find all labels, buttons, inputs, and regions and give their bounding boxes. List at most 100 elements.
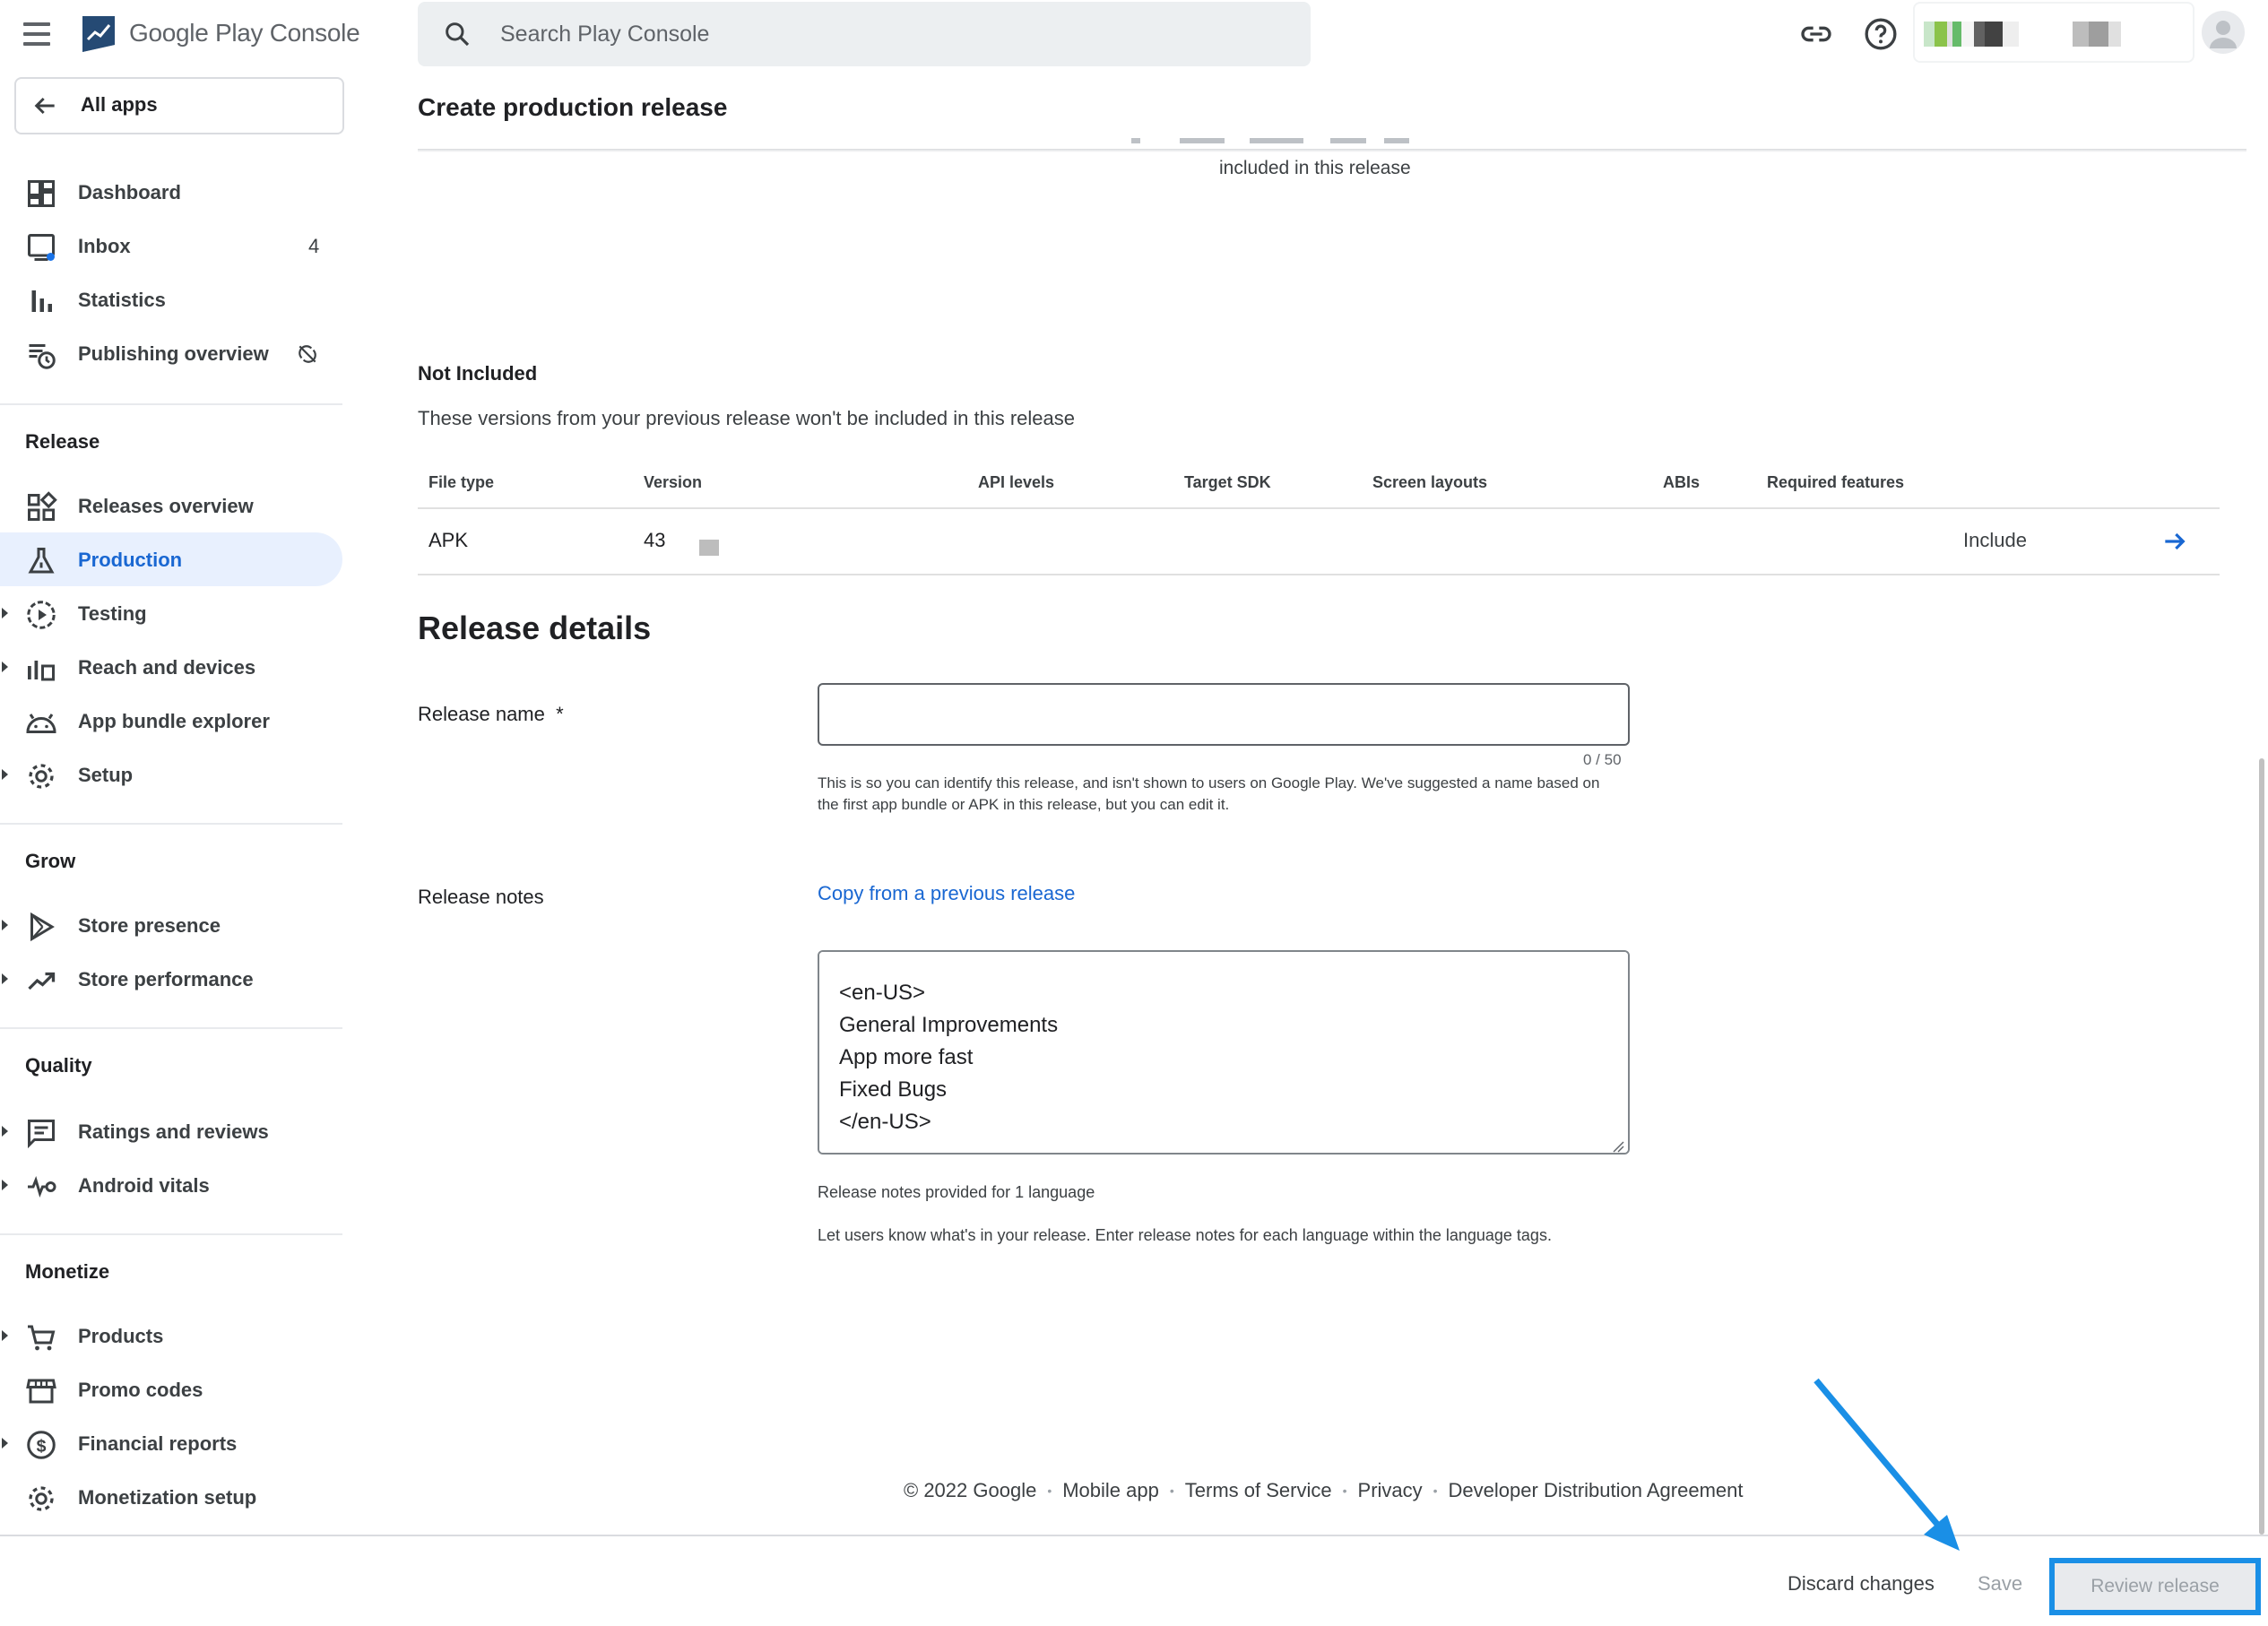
- sidebar-divider: [0, 403, 342, 405]
- sidebar-item-statistics[interactable]: Statistics: [0, 272, 342, 326]
- sidebar-item-label: Releases overview: [78, 495, 254, 517]
- footer-separator: •: [1169, 1483, 1174, 1498]
- sidebar-item-testing[interactable]: Testing: [0, 586, 342, 640]
- search-icon: [446, 22, 470, 47]
- notes-language-count: Release notes provided for 1 language: [818, 1183, 1095, 1201]
- sidebar-item-app-bundle-explorer[interactable]: App bundle explorer: [0, 694, 342, 748]
- devices-chart-icon: [28, 661, 55, 681]
- include-button[interactable]: Include: [1963, 529, 2027, 552]
- dollar-icon: $: [27, 1431, 56, 1459]
- version-cell: 43: [644, 529, 666, 551]
- sidebar-item-ratings-and-reviews[interactable]: Ratings and reviews: [0, 1104, 342, 1158]
- sidebar-item-label: Dashboard: [78, 181, 181, 203]
- sidebar-item-label: Promo codes: [78, 1379, 203, 1401]
- sidebar-item-releases-overview[interactable]: Releases overview: [0, 479, 342, 532]
- section-quality: Quality: [25, 1054, 92, 1077]
- android-icon: [26, 714, 56, 733]
- play-console-page: Google Play Console All apps Dashboard: [0, 0, 2268, 1626]
- expand-caret-icon: [2, 1438, 8, 1449]
- storefront-icon: [26, 1379, 56, 1404]
- file-type-cell: APK: [428, 529, 469, 551]
- sidebar-item-label: App bundle explorer: [78, 710, 270, 732]
- sidebar-item-store-presence[interactable]: Store presence: [0, 898, 342, 952]
- section-release: Release: [25, 430, 100, 453]
- char-count: 0 / 50: [1583, 751, 1622, 768]
- sidebar-item-production[interactable]: Production: [0, 532, 342, 586]
- help-icon[interactable]: [1863, 16, 1899, 52]
- footer-link-privacy[interactable]: Privacy: [1358, 1479, 1423, 1502]
- release-name-input[interactable]: [818, 683, 1630, 746]
- play-console-logo[interactable]: Google Play Console: [79, 13, 360, 54]
- search-input[interactable]: [500, 14, 1271, 54]
- svg-text:$: $: [37, 1437, 47, 1457]
- sidebar-item-android-vitals[interactable]: Android vitals: [0, 1158, 342, 1212]
- save-button[interactable]: Save: [1978, 1572, 2022, 1596]
- play-console-logo-icon: [82, 16, 115, 52]
- column-header: ABIs: [1663, 473, 1701, 491]
- sidebar-item-monetization-setup[interactable]: Monetization setup: [0, 1470, 342, 1524]
- sidebar-item-label: Ratings and reviews: [78, 1120, 269, 1143]
- sidebar-item-label: Publishing overview: [78, 342, 269, 365]
- releases-grid-icon: [28, 491, 57, 521]
- avatar[interactable]: [2202, 11, 2245, 54]
- redacted-block: [699, 540, 719, 556]
- sidebar-item-store-performance[interactable]: Store performance: [0, 952, 342, 1006]
- column-header: Version: [644, 473, 703, 491]
- not-included-title: Not Included: [418, 362, 538, 385]
- expand-caret-icon: [2, 920, 8, 930]
- column-header: File type: [428, 473, 495, 491]
- included-note: included in this release: [1219, 158, 1411, 178]
- sidebar-item-reach-and-devices[interactable]: Reach and devices: [0, 640, 342, 694]
- table-divider: [418, 574, 2220, 575]
- copy-from-previous-release-link[interactable]: Copy from a previous release: [818, 882, 1075, 905]
- expand-caret-icon: [2, 608, 8, 618]
- footer-link-terms[interactable]: Terms of Service: [1185, 1479, 1332, 1502]
- search-bar[interactable]: [418, 2, 1311, 66]
- footer-separator: •: [1047, 1483, 1052, 1498]
- header-divider: [418, 149, 2246, 152]
- table-divider: [418, 507, 2220, 509]
- footer-link-dda[interactable]: Developer Distribution Agreement: [1449, 1479, 1744, 1502]
- inbox-icon: [28, 234, 55, 261]
- expand-caret-icon: [2, 1126, 8, 1137]
- release-notes-textarea[interactable]: [818, 950, 1630, 1155]
- link-icon[interactable]: [1798, 16, 1834, 52]
- top-bar: Google Play Console: [0, 0, 2268, 68]
- publishing-history-icon: [29, 344, 56, 369]
- discard-changes-button[interactable]: Discard changes: [1788, 1572, 1935, 1596]
- sidebar-divider: [0, 823, 342, 825]
- sidebar-item-setup[interactable]: Setup: [0, 748, 342, 801]
- sidebar-item-inbox[interactable]: Inbox 4: [0, 219, 342, 272]
- arrow-forward-icon[interactable]: [2160, 527, 2189, 556]
- column-header: Required features: [1767, 473, 1905, 491]
- sidebar-item-label: Financial reports: [78, 1432, 238, 1455]
- resize-handle-icon[interactable]: [1610, 1138, 1624, 1153]
- review-release-button[interactable]: Review release: [2055, 1563, 2255, 1610]
- account-switcher[interactable]: [1913, 2, 2194, 63]
- sidebar-item-products[interactable]: Products: [0, 1309, 342, 1362]
- action-bar: Discard changes Save Review release: [0, 1535, 2268, 1626]
- sidebar-item-label: Store performance: [78, 968, 254, 990]
- sidebar-item-label: Production: [78, 549, 183, 571]
- sidebar-item-dashboard[interactable]: Dashboard: [0, 165, 342, 219]
- bar-chart-icon: [31, 290, 52, 312]
- account-name-blurred: [1924, 22, 2121, 47]
- sidebar-item-promo-codes[interactable]: Promo codes: [0, 1362, 342, 1416]
- gear-icon: [29, 1486, 54, 1511]
- sidebar-item-label: Monetization setup: [78, 1486, 257, 1509]
- sidebar: All apps Dashboard Inbox 4 Statistics Pu…: [0, 68, 344, 1535]
- sidebar-item-financial-reports[interactable]: $ Financial reports: [0, 1416, 342, 1470]
- column-header: Target SDK: [1184, 473, 1271, 491]
- scrollbar[interactable]: [2259, 758, 2264, 1535]
- footer-link-mobile-app[interactable]: Mobile app: [1062, 1479, 1159, 1502]
- sync-disabled-icon: [299, 345, 316, 363]
- sidebar-item-publishing-overview[interactable]: Publishing overview: [0, 326, 342, 380]
- play-circle-icon: [27, 601, 56, 629]
- sidebar-divider: [0, 1233, 342, 1235]
- expand-caret-icon: [2, 769, 8, 780]
- menu-icon[interactable]: [23, 18, 59, 50]
- column-header: API levels: [978, 473, 1055, 491]
- sidebar-item-label: Inbox: [78, 235, 131, 257]
- release-notes-label: Release notes: [418, 886, 544, 908]
- all-apps-button[interactable]: All apps: [14, 77, 344, 134]
